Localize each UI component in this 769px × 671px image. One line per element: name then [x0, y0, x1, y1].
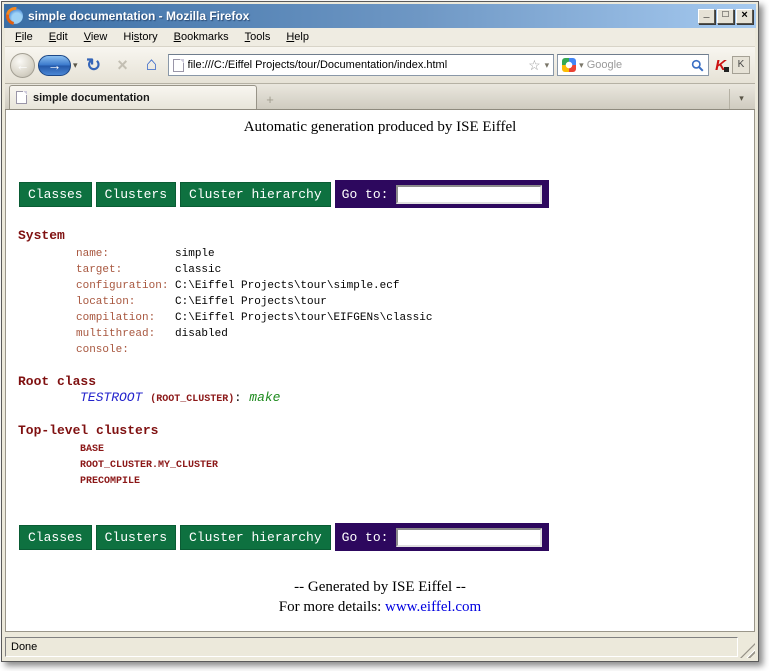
generated-by-line: -- Generated by ISE Eiffel --	[6, 577, 754, 597]
system-row-compilation: compilation:C:\Eiffel Projects\tour\EIFG…	[76, 310, 754, 326]
cluster-hierarchy-button-bottom[interactable]: Cluster hierarchy	[180, 525, 331, 550]
kaspersky-icon[interactable]: K	[712, 57, 729, 74]
back-button[interactable]: ←	[10, 53, 35, 78]
cluster-link-root-cluster-my-cluster[interactable]: ROOT_CLUSTER.MY_CLUSTER	[80, 458, 754, 474]
cluster-link-precompile[interactable]: PRECOMPILE	[80, 474, 754, 490]
system-rows: name:simple target:classic configuration…	[76, 246, 754, 358]
goto-label-top: Go to:	[342, 187, 389, 202]
menu-bookmarks[interactable]: Bookmarks	[166, 29, 237, 45]
title-bar[interactable]: simple documentation - Mozilla Firefox _…	[4, 4, 756, 28]
goto-input-bottom[interactable]	[396, 528, 542, 547]
system-row-target: target:classic	[76, 262, 754, 278]
cluster-list: BASE ROOT_CLUSTER.MY_CLUSTER PRECOMPILE	[80, 442, 754, 490]
classes-button-top[interactable]: Classes	[19, 182, 92, 207]
system-row-console: console:	[76, 342, 754, 358]
new-tab-button[interactable]: +	[259, 89, 281, 109]
cluster-hierarchy-button-top[interactable]: Cluster hierarchy	[180, 182, 331, 207]
system-row-configuration: configuration:C:\Eiffel Projects\tour\si…	[76, 278, 754, 294]
window-controls: _ □ ×	[698, 9, 753, 24]
menu-view[interactable]: View	[76, 29, 116, 45]
menu-help[interactable]: Help	[278, 29, 317, 45]
more-details-line: For more details: www.eiffel.com	[6, 597, 754, 617]
k-extension-button[interactable]: K	[732, 56, 750, 74]
top-nav-row: Classes Clusters Cluster hierarchy Go to…	[19, 180, 754, 208]
root-class-section: Root class TESTROOT (ROOT_CLUSTER): make	[6, 374, 754, 409]
tab-label: simple documentation	[33, 92, 150, 104]
top-level-clusters-section: Top-level clusters BASE ROOT_CLUSTER.MY_…	[6, 423, 754, 490]
clusters-button-bottom[interactable]: Clusters	[96, 525, 176, 550]
tab-page-icon	[16, 91, 27, 104]
forward-button[interactable]: →	[38, 55, 71, 76]
system-heading: System	[18, 228, 754, 243]
page-content: Automatic generation produced by ISE Eif…	[5, 110, 755, 632]
root-class-line: TESTROOT (ROOT_CLUSTER): make	[80, 389, 754, 409]
bookmark-star-icon[interactable]: ☆	[528, 57, 541, 74]
navigation-toolbar: ← → ▾ ↻ × ⌂ ☆ ▾ ▾ K K	[5, 47, 755, 84]
status-bar: Done	[5, 632, 755, 658]
root-cluster-ref[interactable]: (ROOT_CLUSTER)	[150, 394, 234, 405]
page-icon	[173, 59, 184, 72]
classes-button-bottom[interactable]: Classes	[19, 525, 92, 550]
root-colon: :	[234, 391, 241, 405]
page-title: Automatic generation produced by ISE Eif…	[6, 119, 754, 136]
status-text: Done	[5, 637, 738, 657]
clusters-button-top[interactable]: Clusters	[96, 182, 176, 207]
reload-button[interactable]: ↻	[81, 55, 107, 76]
minimize-button[interactable]: _	[698, 9, 715, 24]
search-bar[interactable]: ▾	[557, 54, 709, 76]
system-section: System name:simple target:classic config…	[6, 228, 754, 358]
root-class-link[interactable]: TESTROOT	[80, 390, 142, 405]
maximize-button[interactable]: □	[717, 9, 734, 24]
root-class-heading: Root class	[18, 374, 754, 389]
menu-file[interactable]: File	[7, 29, 41, 45]
address-dropdown-icon[interactable]: ▾	[545, 60, 550, 71]
menu-tools[interactable]: Tools	[237, 29, 279, 45]
menu-edit[interactable]: Edit	[41, 29, 76, 45]
search-magnifier-icon[interactable]	[691, 59, 704, 72]
tab-bar: simple documentation + ▾	[5, 84, 755, 110]
forward-button-group: → ▾	[38, 55, 78, 76]
stop-button[interactable]: ×	[110, 55, 136, 76]
system-row-name: name:simple	[76, 246, 754, 262]
cluster-link-base[interactable]: BASE	[80, 442, 754, 458]
list-all-tabs-button[interactable]: ▾	[729, 89, 753, 109]
firefox-icon	[7, 8, 23, 24]
eiffel-com-link[interactable]: www.eiffel.com	[385, 599, 481, 615]
google-engine-icon[interactable]	[562, 58, 576, 72]
bottom-nav-row: Classes Clusters Cluster hierarchy Go to…	[19, 523, 754, 551]
search-engine-dropdown-icon[interactable]: ▾	[579, 60, 584, 71]
tab-simple-documentation[interactable]: simple documentation	[9, 85, 257, 109]
creator-feature-link[interactable]: make	[249, 390, 280, 405]
goto-box-bottom: Go to:	[335, 523, 550, 551]
search-input[interactable]	[587, 59, 688, 71]
goto-label-bottom: Go to:	[342, 530, 389, 545]
browser-window: simple documentation - Mozilla Firefox _…	[1, 1, 759, 662]
window-title: simple documentation - Mozilla Firefox	[28, 9, 698, 23]
menu-bar: File Edit View History Bookmarks Tools H…	[5, 28, 755, 47]
system-row-multithread: multithread:disabled	[76, 326, 754, 342]
history-dropdown-icon[interactable]: ▾	[73, 60, 78, 71]
clusters-heading: Top-level clusters	[18, 423, 754, 438]
system-row-location: location:C:\Eiffel Projects\tour	[76, 294, 754, 310]
close-button[interactable]: ×	[736, 9, 753, 24]
home-button[interactable]: ⌂	[139, 54, 165, 76]
menu-history[interactable]: History	[115, 29, 165, 45]
more-details-prefix: For more details:	[279, 599, 385, 615]
goto-box-top: Go to:	[335, 180, 550, 208]
address-input[interactable]	[188, 59, 525, 71]
goto-input-top[interactable]	[396, 185, 542, 204]
address-bar[interactable]: ☆ ▾	[168, 54, 555, 76]
resize-grip[interactable]	[740, 643, 755, 658]
page-footer: -- Generated by ISE Eiffel -- For more d…	[6, 577, 754, 617]
